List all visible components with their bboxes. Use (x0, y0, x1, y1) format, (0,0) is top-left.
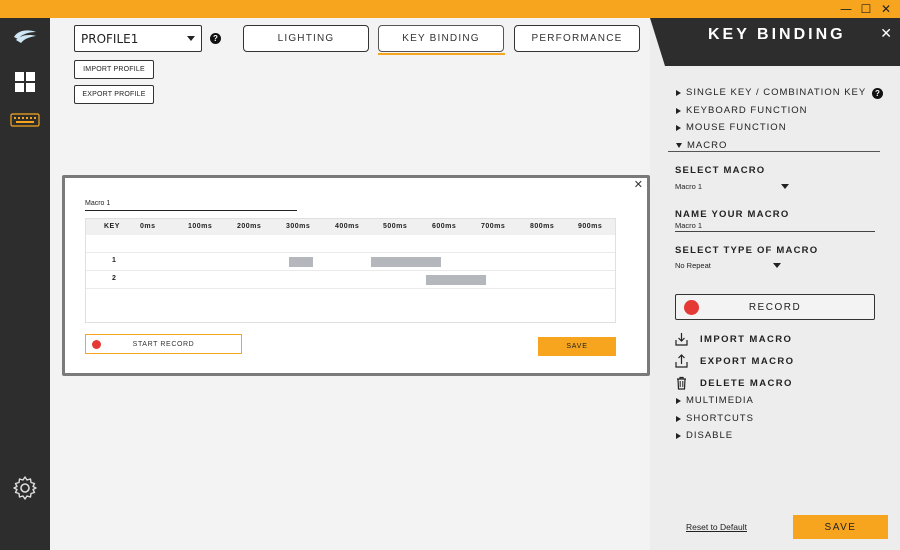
left-nav (0, 18, 50, 550)
timeline-header-500ms: 500ms (383, 223, 408, 230)
profile-select[interactable]: PROFILE1 (74, 25, 202, 52)
timeline-header-200ms: 200ms (237, 223, 262, 230)
record-dot-icon (92, 340, 101, 349)
window-controls: — ☐ ✕ (838, 1, 894, 17)
category-multimedia[interactable]: MULTIMEDIA (676, 395, 754, 406)
reset-to-default-link[interactable]: Reset to Default (686, 522, 747, 532)
category-label: SHORTCUTS (686, 413, 754, 424)
dialog-save-button[interactable]: SAVE (538, 337, 616, 356)
timeline-header-0ms: 0ms (140, 223, 156, 230)
start-record-button[interactable]: START RECORD (85, 334, 242, 354)
category-label: KEYBOARD FUNCTION (686, 105, 808, 116)
key-event-bar[interactable] (370, 257, 442, 267)
timeline-row-label: 2 (112, 275, 116, 282)
category-single-key[interactable]: SINGLE KEY / COMBINATION KEY (676, 87, 866, 98)
caret-right-icon (676, 89, 681, 96)
import-macro-button[interactable]: IMPORT MACRO (675, 332, 792, 346)
import-macro-label: IMPORT MACRO (700, 333, 793, 345)
chevron-down-icon (187, 36, 195, 41)
category-mouse-function[interactable]: MOUSE FUNCTION (676, 122, 787, 133)
panel-title: KEY BINDING (708, 26, 846, 43)
category-disable[interactable]: DISABLE (676, 430, 733, 441)
timeline-header-300ms: 300ms (286, 223, 311, 230)
caret-down-icon (676, 143, 682, 148)
select-macro-value[interactable]: Macro 1 (675, 182, 702, 191)
macro-name-field[interactable]: Macro 1 (85, 200, 297, 211)
maximize-button[interactable]: ☐ (858, 1, 874, 17)
table-row: 1 (86, 253, 615, 271)
key-binding-panel: KEY BINDING ✕ SINGLE KEY / COMBINATION K… (650, 18, 900, 550)
dashboard-grid-icon[interactable] (0, 72, 50, 92)
macro-timeline: KEY 0ms 100ms 200ms 300ms 400ms 500ms 60… (85, 218, 616, 323)
record-label: RECORD (748, 301, 802, 313)
logo-icon (0, 28, 50, 44)
timeline-header-900ms: 900ms (578, 223, 603, 230)
name-macro-input[interactable]: Macro 1 (675, 221, 702, 230)
timeline-row-label: 1 (112, 257, 116, 264)
close-window-button[interactable]: ✕ (878, 1, 894, 17)
keyboard-icon[interactable] (0, 113, 50, 127)
table-row (86, 235, 615, 253)
import-profile-button[interactable]: IMPORT PROFILE (74, 60, 154, 79)
category-shortcuts[interactable]: SHORTCUTS (676, 413, 754, 424)
key-event-bar[interactable] (425, 275, 486, 285)
export-macro-button[interactable]: EXPORT MACRO (675, 354, 794, 368)
timeline-header-100ms: 100ms (188, 223, 213, 230)
timeline-header-700ms: 700ms (481, 223, 506, 230)
dialog-close-icon[interactable]: ✕ (634, 178, 643, 191)
delete-macro-button[interactable]: DELETE MACRO (675, 376, 793, 390)
chevron-down-icon[interactable] (773, 263, 781, 268)
timeline-header-600ms: 600ms (432, 223, 457, 230)
export-icon (675, 354, 688, 368)
caret-right-icon (676, 397, 681, 404)
caret-right-icon (676, 415, 681, 422)
export-macro-label: EXPORT MACRO (700, 355, 795, 367)
tab-performance[interactable]: PERFORMANCE (514, 25, 640, 52)
type-macro-label: SELECT TYPE OF MACRO (675, 245, 819, 256)
tab-key-binding[interactable]: KEY BINDING (378, 25, 504, 52)
start-record-label: START RECORD (132, 340, 195, 348)
divider (668, 151, 880, 152)
timeline-header-key: KEY (104, 223, 120, 230)
category-label: SINGLE KEY / COMBINATION KEY (686, 87, 867, 98)
panel-save-button[interactable]: SAVE (793, 515, 888, 539)
key-event-bar[interactable] (289, 257, 314, 267)
select-macro-label: SELECT MACRO (675, 165, 766, 176)
settings-gear-icon[interactable] (0, 475, 50, 501)
main-area: PROFILE1 ? IMPORT PROFILE EXPORT PROFILE… (50, 18, 650, 550)
record-dot-icon (684, 300, 699, 315)
timeline-header-400ms: 400ms (335, 223, 360, 230)
help-icon[interactable]: ? (872, 88, 883, 99)
record-button[interactable]: RECORD (675, 294, 875, 320)
type-macro-value[interactable]: No Repeat (675, 261, 711, 270)
category-keyboard-function[interactable]: KEYBOARD FUNCTION (676, 105, 808, 116)
caret-right-icon (676, 124, 681, 131)
category-label: MACRO (687, 140, 728, 151)
timeline-header-800ms: 800ms (530, 223, 555, 230)
help-icon[interactable]: ? (210, 33, 221, 44)
caret-right-icon (676, 432, 681, 439)
export-profile-button[interactable]: EXPORT PROFILE (74, 85, 154, 104)
profile-select-value: PROFILE1 (81, 31, 139, 46)
category-label: MOUSE FUNCTION (686, 122, 787, 133)
chevron-down-icon[interactable] (781, 184, 789, 189)
panel-close-icon[interactable]: ✕ (880, 26, 892, 42)
table-row: 2 (86, 271, 615, 289)
category-label: DISABLE (686, 430, 734, 441)
active-tab-indicator (378, 53, 505, 55)
category-macro[interactable]: MACRO (676, 140, 727, 151)
caret-right-icon (676, 107, 681, 114)
tab-lighting[interactable]: LIGHTING (243, 25, 369, 52)
macro-dialog: ✕ Macro 1 KEY 0ms 100ms 200ms 300ms 400m… (62, 175, 650, 376)
timeline-header: KEY 0ms 100ms 200ms 300ms 400ms 500ms 60… (86, 219, 615, 235)
name-macro-label: NAME YOUR MACRO (675, 209, 790, 220)
name-macro-underline (675, 231, 875, 232)
delete-macro-label: DELETE MACRO (700, 377, 793, 389)
title-bar: — ☐ ✕ (0, 0, 900, 18)
import-icon (675, 333, 688, 346)
minimize-button[interactable]: — (838, 1, 854, 17)
category-label: MULTIMEDIA (686, 395, 754, 406)
trash-icon (677, 376, 686, 390)
